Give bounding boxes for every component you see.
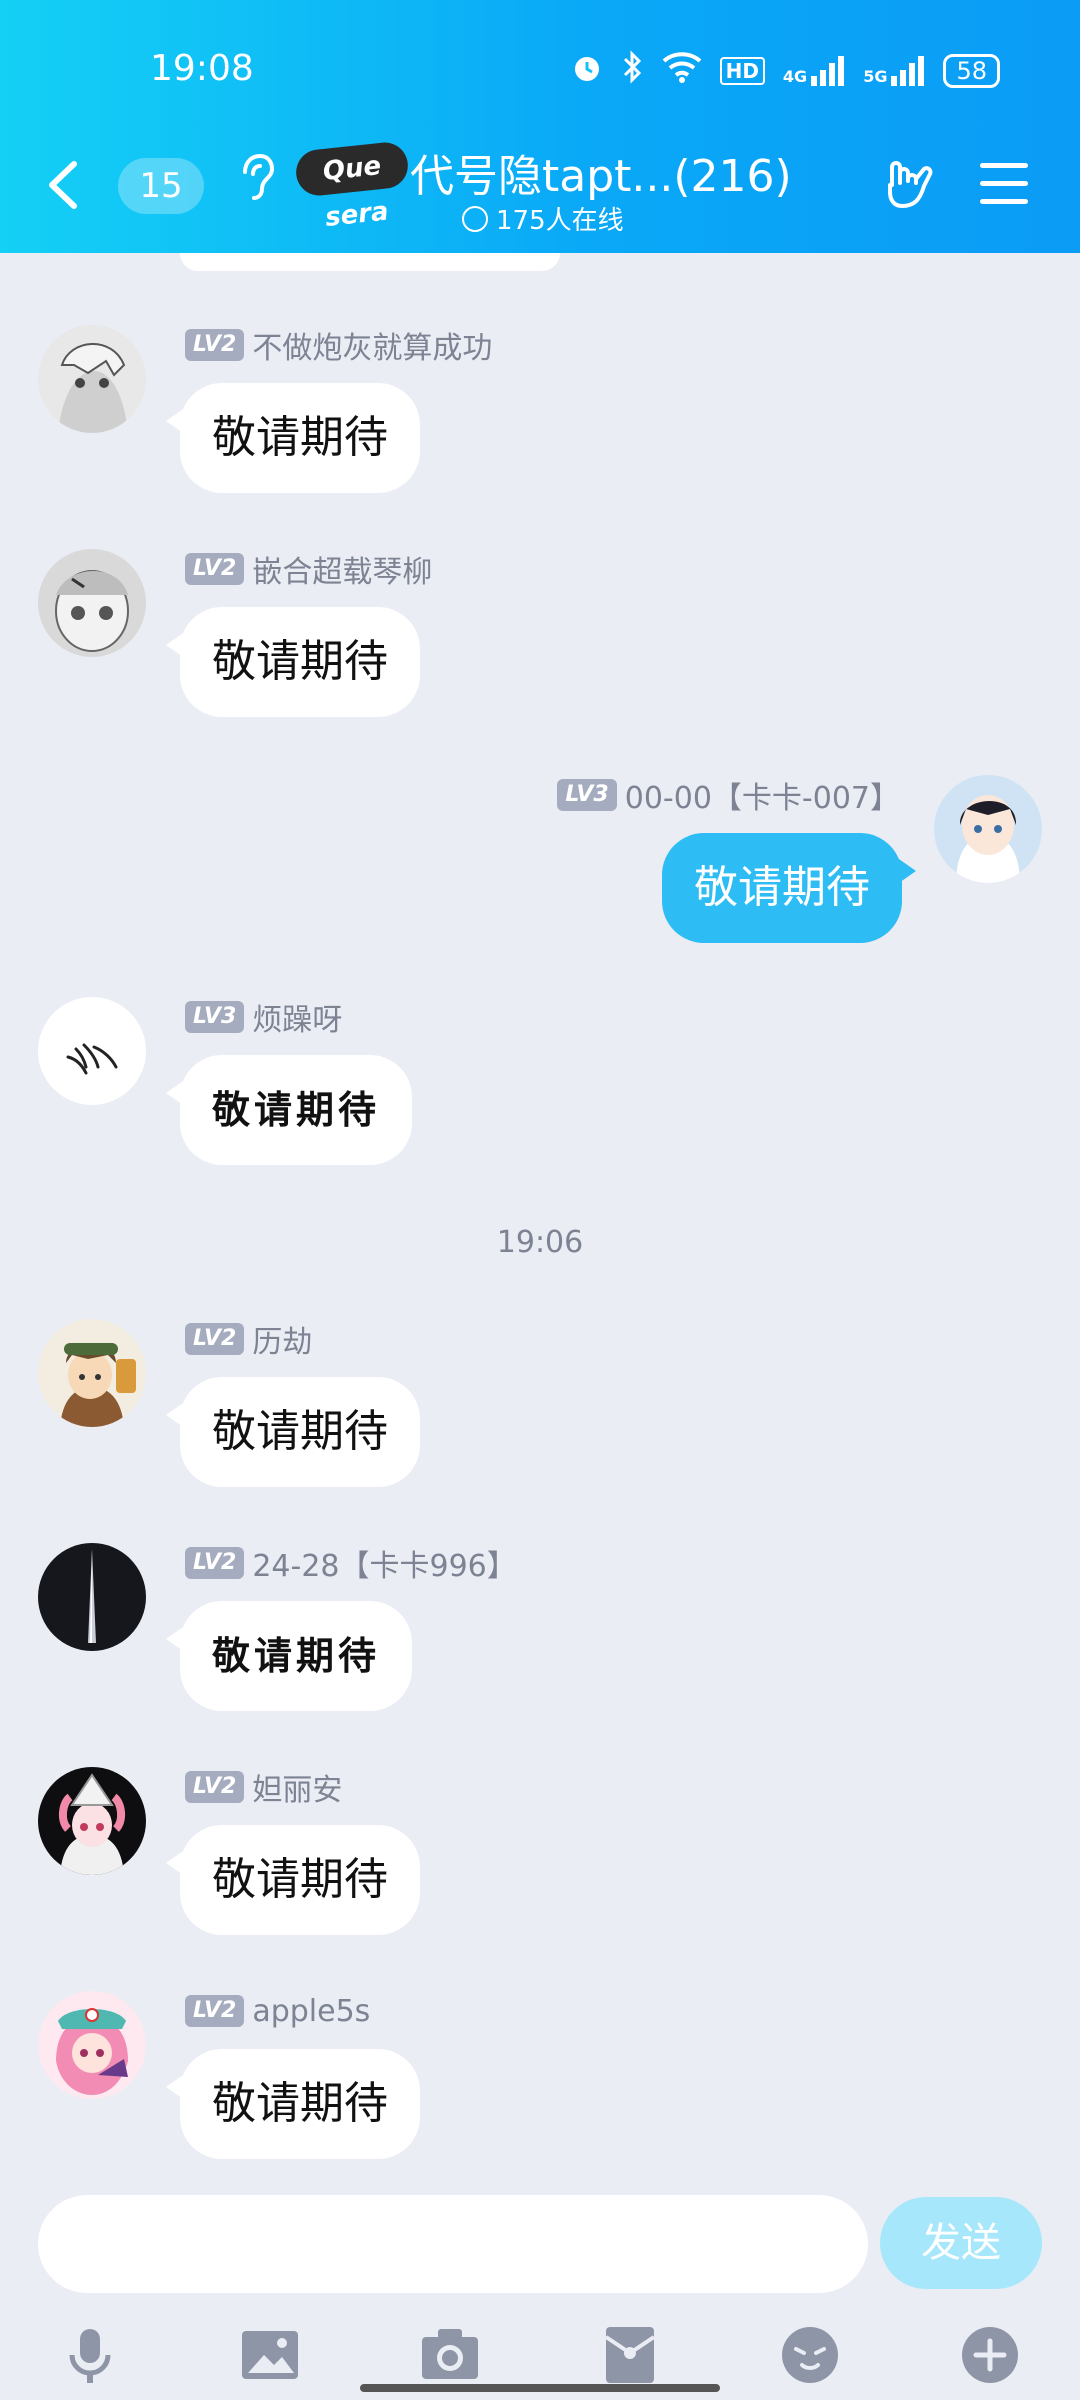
avatar[interactable] [38,1319,146,1427]
sender-name[interactable]: 嵌合超载琴柳 [252,547,432,591]
status-time: 19:08 [150,48,254,89]
sender-name[interactable]: 00-00【卡卡-007】 [625,773,900,817]
sender-meta: LV2 apple5s [185,1991,370,2031]
hand-gesture-icon[interactable] [880,155,940,215]
bluetooth-icon [622,50,644,91]
avatar[interactable] [38,1767,146,1875]
level-badge: LV3 [185,1001,245,1033]
level-badge: LV2 [185,1995,245,2027]
level-badge: LV2 [185,1771,245,1803]
hd-icon: HD [719,56,765,85]
avatar[interactable] [38,549,146,657]
sender-name[interactable]: 烦躁呀 [252,995,342,1039]
sender-meta: LV2 24-28【卡卡996】 [185,1541,517,1585]
message-bubble[interactable]: 敬请期待 [166,1377,420,1487]
message-list[interactable]: LV2 不做炮灰就算成功 敬请期待 LV2 嵌合超载琴柳 敬请期待 LV3 00… [0,253,1080,2183]
level-badge: LV2 [185,553,245,585]
online-text: 175人在线 [496,206,624,236]
sender-name[interactable]: 不做炮灰就算成功 [252,323,492,367]
sender-name[interactable]: apple5s [252,1994,370,2029]
avatar[interactable] [934,775,1042,883]
microphone-icon[interactable] [58,2323,122,2387]
online-check-icon [462,205,488,232]
group-title[interactable]: 代号隐tapt...(216) [410,140,792,204]
wifi-icon [662,51,702,90]
image-icon[interactable] [238,2323,302,2387]
message-bubble[interactable]: 敬请期待 [165,1055,413,1165]
sender-meta: LV2 不做炮灰就算成功 [185,323,492,367]
status-icons: HD 4G 5G 58 [570,50,1000,91]
sender-meta: LV2 妲丽安 [185,1765,342,1809]
avatar[interactable] [38,1543,146,1651]
input-bar: 发送 [0,2183,1080,2400]
message-input[interactable] [38,2195,868,2293]
battery-indicator: 58 [943,53,1000,88]
group-logo: Que sera [293,140,411,233]
message-bubble[interactable]: 敬请期待 [662,833,916,943]
level-badge: LV2 [185,1547,245,1579]
online-count: 175人在线 [462,200,624,237]
chat-header: 19:08 HD 4G 5G 58 15 Que sera 代号隐tapt...… [0,0,1080,253]
home-indicator[interactable] [360,2384,720,2392]
message-bubble[interactable]: 敬请期待 [166,2049,420,2159]
sender-name[interactable]: 妲丽安 [252,1765,342,1809]
back-button[interactable] [40,150,90,220]
avatar[interactable] [38,325,146,433]
time-separator: 19:06 [496,1225,584,1260]
sender-meta: LV3 00-00【卡卡-007】 [557,773,900,817]
unread-badge[interactable]: 15 [118,158,204,214]
emoji-icon[interactable] [778,2323,842,2387]
message-bubble[interactable]: 敬请期待 [166,607,420,717]
avatar[interactable] [38,1991,146,2099]
sender-name[interactable]: 24-28【卡卡996】 [252,1541,516,1585]
level-badge: LV2 [185,1323,245,1355]
input-toolbar [0,2323,1080,2393]
sender-meta: LV3 烦躁呀 [185,995,342,1039]
level-badge: LV3 [557,779,617,811]
sender-meta: LV2 嵌合超载琴柳 [185,547,432,591]
chevron-left-icon [49,161,77,209]
menu-icon[interactable] [980,163,1028,205]
message-bubble[interactable]: 敬请期待 [165,1601,413,1711]
message-bubble[interactable]: 敬请期待 [166,383,420,493]
previous-message-bubble [180,253,560,271]
send-button[interactable]: 发送 [880,2197,1042,2289]
sender-meta: LV2 历劫 [185,1317,312,1361]
ear-icon[interactable] [235,148,275,208]
sender-name[interactable]: 历劫 [252,1317,312,1361]
level-badge: LV2 [185,329,245,361]
signal-5g-icon: 5G [863,55,925,86]
signal-4g-icon: 4G [783,55,845,86]
red-packet-icon[interactable] [598,2323,662,2387]
alarm-icon [570,50,604,91]
message-bubble[interactable]: 敬请期待 [166,1825,420,1935]
avatar[interactable] [38,997,146,1105]
camera-icon[interactable] [418,2323,482,2387]
plus-icon[interactable] [958,2323,1022,2387]
